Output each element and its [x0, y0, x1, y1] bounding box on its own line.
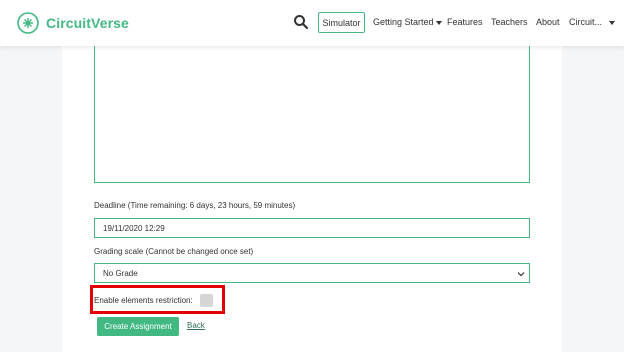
nav-about[interactable]: About: [536, 17, 560, 27]
brand-name: CircuitVerse: [46, 15, 129, 31]
grading-scale-select[interactable]: No Grade: [94, 263, 530, 283]
nav-getting-started[interactable]: Getting Started: [373, 17, 442, 27]
grading-scale-label: Grading scale (Cannot be changed once se…: [94, 247, 254, 256]
deadline-input[interactable]: 19/11/2020 12:29: [94, 218, 530, 238]
nav-teachers[interactable]: Teachers: [491, 17, 528, 27]
back-link[interactable]: Back: [187, 321, 205, 330]
chevron-down-icon: [517, 272, 525, 277]
grading-scale-value: No Grade: [103, 268, 138, 278]
deadline-label: Deadline (Time remaining: 6 days, 23 hou…: [94, 201, 296, 210]
nav-user-label: Circuit...: [569, 17, 603, 27]
restriction-label: Enable elements restriction:: [94, 296, 193, 305]
caret-down-icon: [435, 20, 442, 25]
nav-simulator-button[interactable]: Simulator: [318, 12, 365, 33]
caret-down-icon: [609, 20, 616, 25]
description-textarea[interactable]: [94, 46, 530, 183]
search-icon[interactable]: [293, 14, 309, 30]
create-assignment-button[interactable]: Create Assignment: [97, 317, 179, 336]
circuitverse-logo-icon: [17, 12, 39, 34]
nav-getting-started-label: Getting Started: [373, 17, 434, 27]
restriction-checkbox[interactable]: [200, 294, 213, 307]
nav-features[interactable]: Features: [447, 17, 483, 27]
nav-user-menu[interactable]: Circuit...: [569, 17, 616, 27]
brand[interactable]: CircuitVerse: [16, 9, 129, 37]
top-navbar: CircuitVerse Simulator Getting Started F…: [0, 0, 624, 46]
